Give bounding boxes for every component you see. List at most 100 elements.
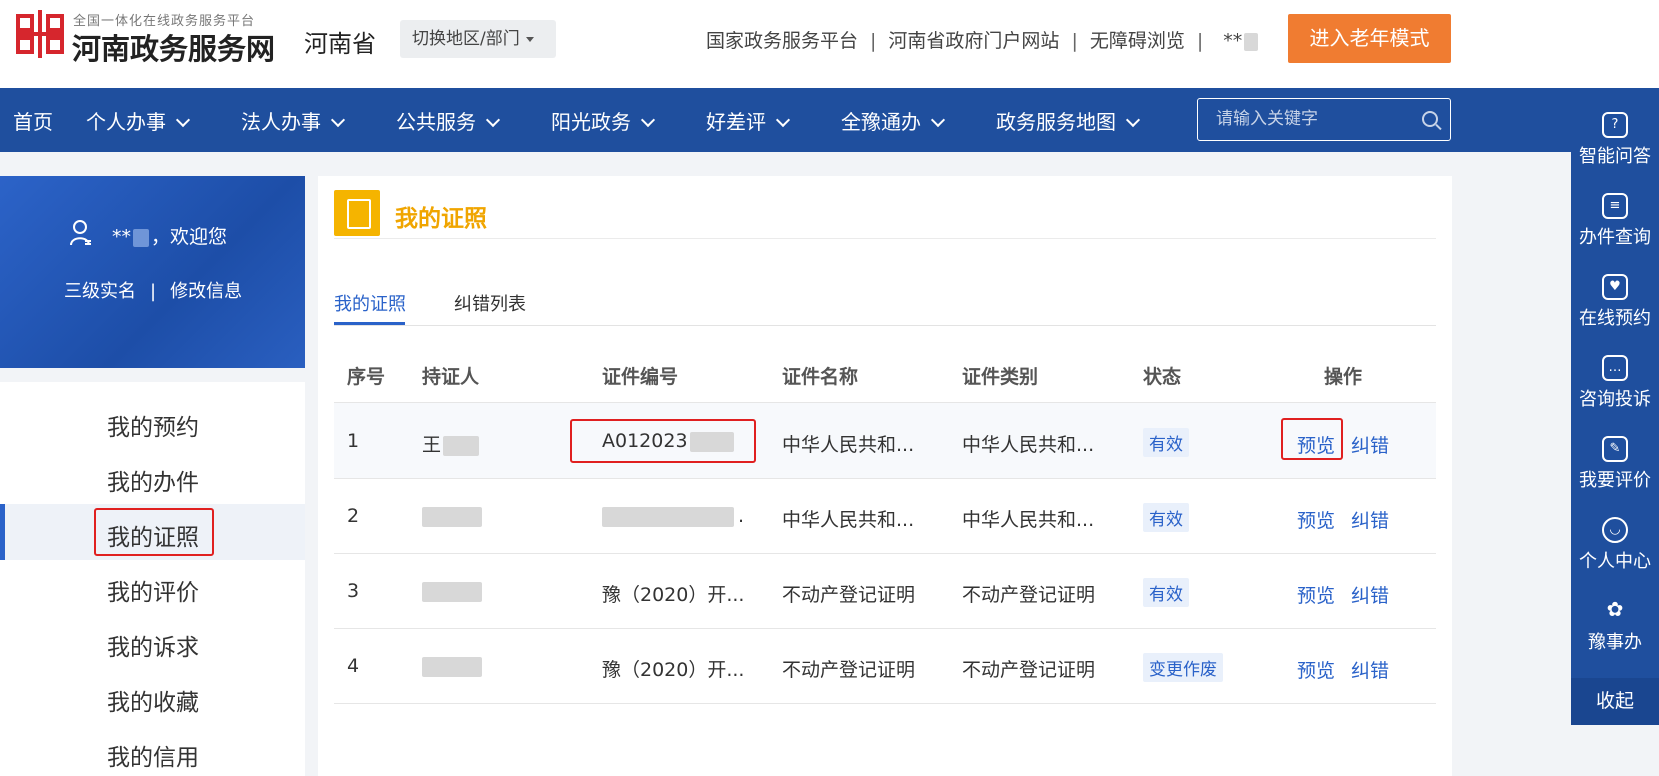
- switch-region-dropdown[interactable]: 切换地区/部门: [400, 20, 556, 58]
- cell-no: 2: [347, 505, 360, 527]
- status-badge: 有效: [1143, 578, 1189, 607]
- elder-mode-button[interactable]: 进入老年模式: [1288, 14, 1451, 63]
- correct-link[interactable]: 纠错: [1351, 431, 1389, 458]
- correct-link[interactable]: 纠错: [1351, 581, 1389, 608]
- highlight-box: [94, 508, 214, 556]
- nav-province-wide[interactable]: 全豫通办: [841, 106, 946, 135]
- menu-my-favorites[interactable]: 我的收藏: [107, 683, 199, 717]
- link-accessibility[interactable]: 无障碍浏览: [1090, 26, 1185, 53]
- nav-label: 首页: [13, 110, 53, 134]
- nav-personal[interactable]: 个人办事: [86, 106, 191, 135]
- user-icon: ◡: [1602, 517, 1628, 543]
- realname-link[interactable]: 三级实名: [64, 281, 136, 302]
- divider: [334, 628, 1436, 629]
- col-header-cert-no: 证件编号: [602, 366, 679, 388]
- chevron-down-icon: [775, 112, 791, 128]
- rb-personal-center[interactable]: ◡ 个人中心: [1571, 509, 1659, 589]
- col-header-no: 序号: [347, 366, 386, 388]
- rb-smart-qa[interactable]: ? 智能问答: [1571, 104, 1659, 184]
- rb-appointment[interactable]: ♥ 在线预约: [1571, 266, 1659, 346]
- cell-cert-no: .: [602, 505, 744, 527]
- nav-label: 政务服务地图: [996, 110, 1116, 134]
- holder-name: 王: [422, 434, 442, 456]
- active-menu-bar: [0, 504, 5, 560]
- site-title[interactable]: 河南政务服务网: [72, 26, 275, 68]
- search-input[interactable]: 请输入关键字: [1197, 98, 1451, 141]
- cell-cert-name: 中华人民共和...: [782, 434, 915, 456]
- divider: [334, 325, 1436, 326]
- main-nav: 首页 个人办事 法人办事 公共服务 阳光政务 好差评 全豫通办 政务服务地图 请…: [0, 88, 1571, 152]
- user-icon: [70, 220, 91, 246]
- menu-my-appeals[interactable]: 我的诉求: [107, 628, 199, 662]
- user-name[interactable]: **: [1223, 30, 1242, 52]
- cell-cert-no: 豫（2020）开...: [602, 659, 745, 681]
- nav-public-service[interactable]: 公共服务: [396, 106, 501, 135]
- preview-link[interactable]: 预览: [1297, 581, 1335, 608]
- preview-link[interactable]: 预览: [1297, 506, 1335, 533]
- col-header-actions: 操作: [1324, 366, 1363, 388]
- cell-holder: [422, 655, 482, 677]
- chevron-down-icon: [485, 112, 501, 128]
- redacted-mask: [443, 435, 480, 456]
- cell-no: 1: [347, 430, 360, 452]
- divider: |: [870, 30, 877, 52]
- tab-my-licenses[interactable]: 我的证照: [334, 290, 406, 316]
- rb-evaluate[interactable]: ✎ 我要评价: [1571, 428, 1659, 508]
- cell-cert-category: 不动产登记证明: [962, 659, 1096, 681]
- cell-cert-name: 不动产登记证明: [782, 584, 916, 606]
- redacted-mask: [602, 506, 734, 527]
- divider: |: [150, 281, 157, 302]
- user-card: [0, 176, 305, 368]
- yushiban-logo-icon: ✿: [1606, 597, 1624, 621]
- rb-label: 个人中心: [1579, 551, 1651, 572]
- nav-service-map[interactable]: 政务服务地图: [996, 106, 1141, 135]
- cell-no: 3: [347, 580, 360, 602]
- link-national-platform[interactable]: 国家政务服务平台: [706, 26, 858, 53]
- link-province-portal[interactable]: 河南省政府门户网站: [888, 26, 1059, 53]
- cell-cert-category: 中华人民共和...: [962, 434, 1095, 456]
- chevron-down-icon: [930, 112, 946, 128]
- divider: [334, 238, 1436, 239]
- top-links: 国家政务服务平台 | 河南省政府门户网站 | 无障碍浏览 | **: [706, 26, 1259, 53]
- edit-info-link[interactable]: 修改信息: [170, 281, 242, 302]
- divider: [334, 553, 1436, 554]
- menu-my-evaluations[interactable]: 我的评价: [107, 573, 199, 607]
- welcome-suffix: ，欢迎您: [151, 226, 228, 248]
- nav-open-government[interactable]: 阳光政务: [551, 106, 656, 135]
- redacted-mask: [422, 506, 482, 527]
- nav-label: 好差评: [706, 110, 766, 134]
- nav-label: 个人办事: [86, 110, 166, 134]
- cell-cert-category: 不动产登记证明: [962, 584, 1096, 606]
- cell-holder: [422, 580, 482, 602]
- tab-correction-list[interactable]: 纠错列表: [454, 290, 526, 316]
- rb-label: 豫事办: [1588, 632, 1642, 653]
- nav-legal-person[interactable]: 法人办事: [241, 106, 346, 135]
- status-badge: 有效: [1143, 503, 1189, 532]
- col-header-cert-category: 证件类别: [962, 366, 1039, 388]
- cell-holder: [422, 505, 482, 527]
- right-float-bar: ? 智能问答 ≡ 办件查询 ♥ 在线预约 … 咨询投诉 ✎ 我要评价 ◡ 个人中心 ✿ 豫事办…: [1571, 88, 1659, 725]
- col-header-holder: 持证人: [422, 366, 480, 388]
- menu-my-appointments[interactable]: 我的预约: [107, 408, 199, 442]
- henan-logo-icon: [16, 10, 64, 58]
- correct-link[interactable]: 纠错: [1351, 506, 1389, 533]
- correct-link[interactable]: 纠错: [1351, 656, 1389, 683]
- rb-yushiban[interactable]: ✿ 豫事办: [1571, 590, 1659, 670]
- nav-home[interactable]: 首页: [13, 106, 53, 135]
- rb-case-query[interactable]: ≡ 办件查询: [1571, 185, 1659, 265]
- nav-rating[interactable]: 好差评: [706, 106, 791, 135]
- collapse-button[interactable]: 收起: [1571, 678, 1659, 725]
- calendar-heart-icon: ♥: [1602, 274, 1628, 300]
- welcome-name: **: [112, 226, 131, 248]
- document-search-icon: ≡: [1602, 193, 1628, 219]
- cell-no: 4: [347, 655, 360, 677]
- chevron-down-icon: [640, 112, 656, 128]
- menu-my-credit[interactable]: 我的信用: [107, 738, 199, 772]
- rb-label: 咨询投诉: [1579, 389, 1651, 410]
- nav-label: 法人办事: [241, 110, 321, 134]
- menu-my-cases[interactable]: 我的办件: [107, 463, 199, 497]
- rb-label: 办件查询: [1579, 227, 1651, 248]
- rb-consult-complaint[interactable]: … 咨询投诉: [1571, 347, 1659, 427]
- preview-link[interactable]: 预览: [1297, 656, 1335, 683]
- search-icon[interactable]: [1422, 111, 1438, 127]
